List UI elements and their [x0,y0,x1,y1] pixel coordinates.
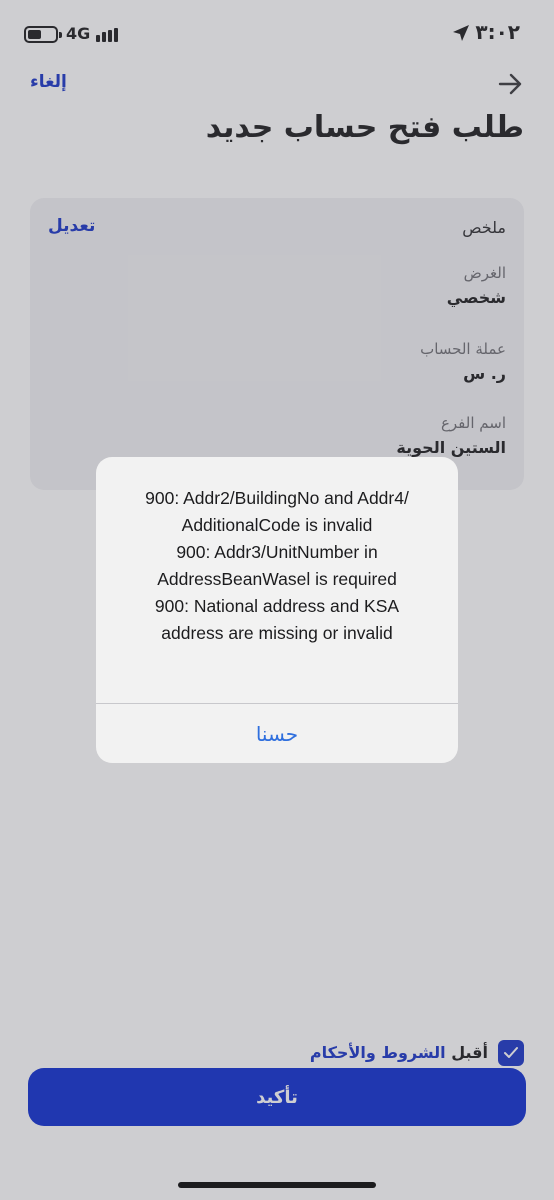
screen: 4G ٣:٠٢ إلغاء طلب فتح حساب جديد ملخص تعد… [0,0,554,1200]
alert-message: 900: Addr2/BuildingNo and Addr4/ Additio… [145,488,409,643]
home-indicator [178,1182,376,1188]
error-alert-dialog: 900: Addr2/BuildingNo and Addr4/ Additio… [96,457,458,763]
alert-ok-button[interactable]: حسنا [96,704,458,763]
